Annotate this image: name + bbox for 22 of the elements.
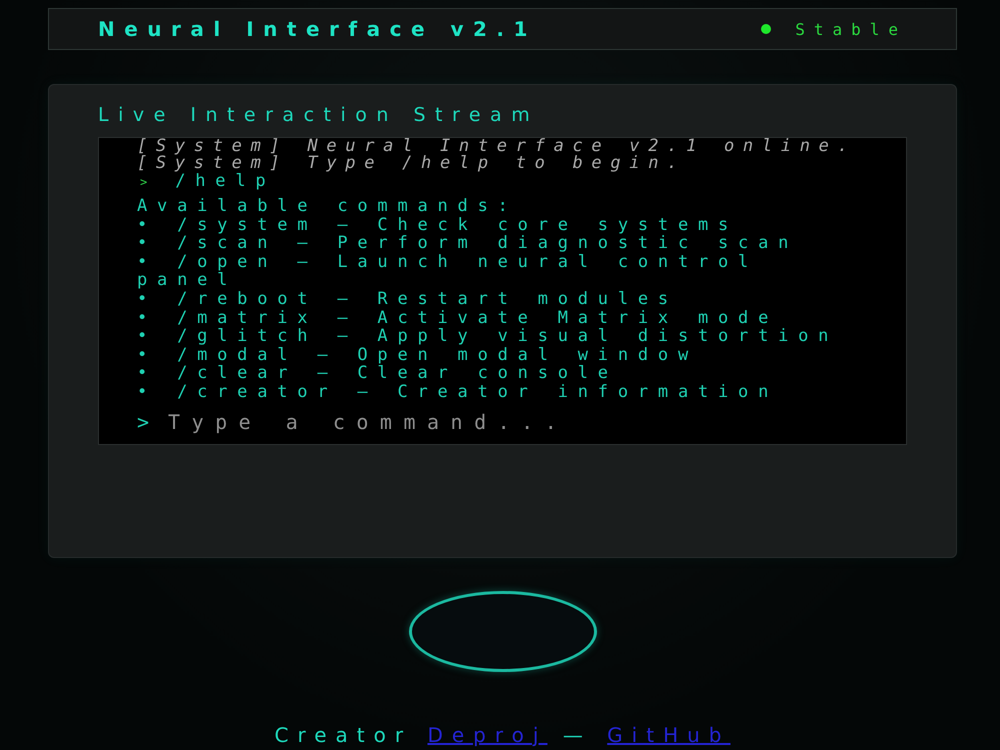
app-title: Neural Interface v2.1 [98, 17, 537, 41]
prompt-symbol: > [140, 174, 148, 191]
output-line: • /modal — Open modal window [137, 346, 698, 364]
output-line: Available commands: [137, 197, 518, 216]
command-text: /help [175, 172, 276, 190]
footer-link[interactable]: GitHub [607, 723, 730, 747]
output-line: • /glitch — Apply visual distortion [137, 327, 838, 346]
prompt-symbol: > [137, 410, 150, 434]
output-line: • /system — Check core systems [137, 216, 738, 234]
output-line: • /clear — Clear console [137, 364, 618, 383]
output-line: • /matrix — Activate Matrix mode [137, 308, 778, 328]
footer-link[interactable]: Deproj [427, 723, 548, 747]
output-line: • /creator — Creator information [137, 382, 778, 402]
status-label: Stable [795, 20, 907, 38]
credit-line: Creator Deproj — GitHub [274, 723, 730, 747]
output-line: • /open — Launch neural control panel [137, 252, 760, 290]
panel-title: Live Interaction Stream [98, 103, 540, 127]
system-message: [System] Type /help to begin. [137, 155, 686, 172]
command-input-field[interactable]: Type a command... [168, 408, 876, 435]
system-message: [System] Neural Interface v2.1 online. [137, 138, 857, 155]
output-line: • /reboot — Restart modules [137, 290, 678, 309]
output-line: • /scan — Perform diagnostic scan [137, 234, 798, 253]
